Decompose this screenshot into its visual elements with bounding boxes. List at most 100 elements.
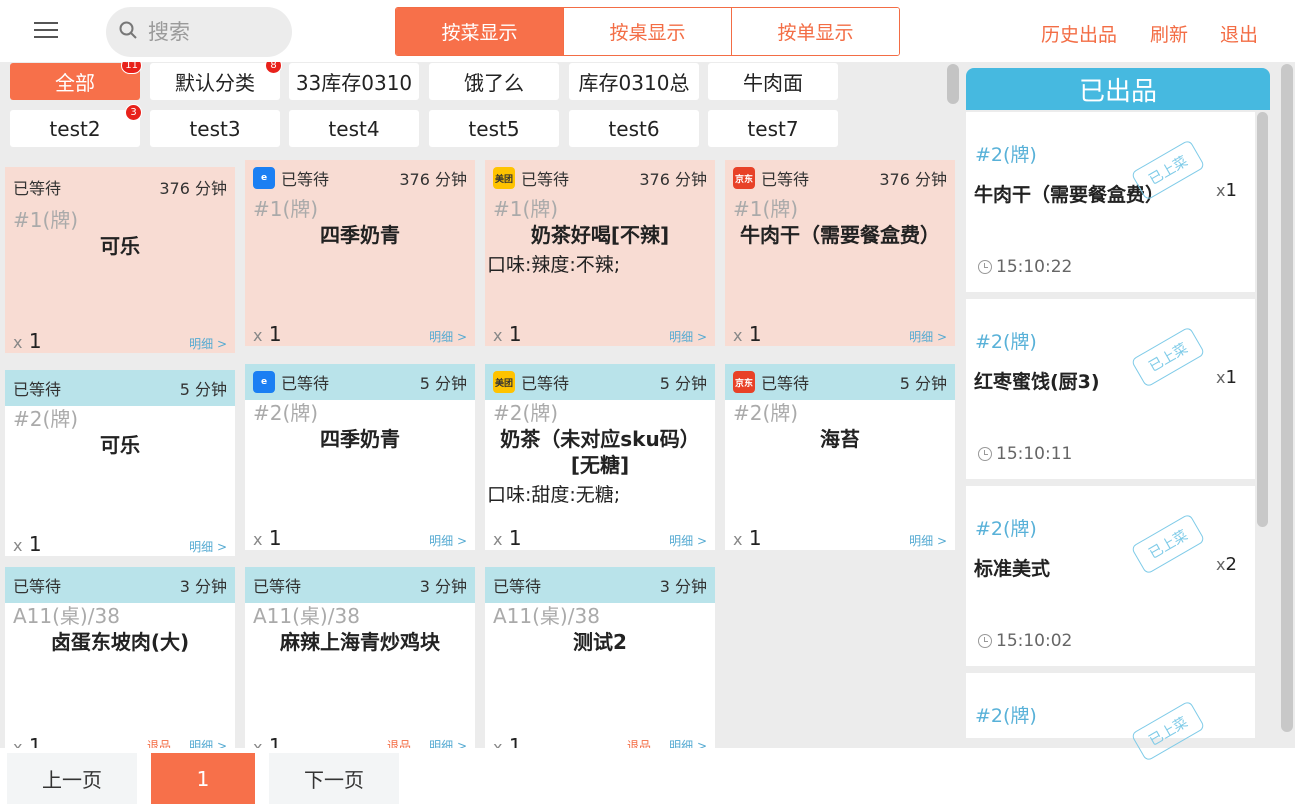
category-label: test7 (747, 116, 799, 141)
category-item[interactable]: 33库存0310 (289, 63, 419, 100)
dish-board: 全部 11 默认分类 8 33库存0310 饿了么 库存0310总 牛肉面 test… (0, 62, 960, 748)
category-item[interactable]: 库存0310总 (569, 63, 699, 100)
wait-label: 已等待 (761, 170, 810, 189)
order-tag: #2(牌) (975, 331, 1037, 353)
dish-card[interactable]: e 已等待 5 分钟 #2(牌) 四季奶青 x 1 明细 > (245, 364, 475, 550)
detail-link[interactable]: 明细 > (429, 737, 467, 748)
order-tag: #2(牌) (975, 705, 1037, 727)
served-item[interactable]: #2(牌) 牛肉干（需要餐盒费） x1 已上菜 15:10:22 (966, 112, 1255, 292)
detail-link[interactable]: 明细 > (669, 737, 707, 748)
served-stamp: 已上菜 (1130, 513, 1206, 575)
detail-link[interactable]: 明细 > (189, 737, 227, 748)
detail-link[interactable]: 明细 > (669, 328, 707, 345)
logout-link[interactable]: 退出 (1220, 20, 1258, 47)
dish-card[interactable]: 已等待 3 分钟 A11(桌)/38 测试2 x 1 退品 明细 > (485, 567, 715, 748)
category-label: 牛肉面 (743, 71, 803, 95)
wait-label: 已等待 (281, 170, 330, 189)
served-time: 15:10:22 (978, 257, 1072, 277)
next-page-button[interactable]: 下一页 (269, 753, 399, 804)
order-tag: #1(牌) (493, 197, 559, 221)
alarm-clock-icon (978, 634, 992, 648)
dish-card[interactable]: 已等待 3 分钟 A11(桌)/38 卤蛋东坡肉(大) x 1 退品 明细 > (5, 567, 235, 748)
dish-card[interactable]: 京东 已等待 376 分钟 #1(牌) 牛肉干（需要餐盒费） x 1 明细 > (725, 160, 955, 346)
card-header: 已等待 3 分钟 (485, 567, 715, 603)
dish-name: 奶茶（未对应sku码）[无糖] (500, 427, 700, 477)
dish-name: 标准美式 (974, 558, 1051, 580)
detail-link[interactable]: 明细 > (669, 532, 707, 549)
detail-link[interactable]: 明细 > (429, 532, 467, 549)
menu-icon[interactable] (34, 22, 58, 40)
search-input[interactable] (148, 17, 278, 47)
dish-quantity: x 1 (13, 329, 42, 353)
prev-page-button[interactable]: 上一页 (7, 753, 137, 804)
category-item[interactable]: test3 (150, 110, 280, 147)
eleme-icon: e (253, 167, 275, 189)
dish-card[interactable]: 已等待 5 分钟 #2(牌) 可乐 x 1 明细 > (5, 370, 235, 556)
dish-card[interactable]: 美团 已等待 376 分钟 #1(牌) 奶茶好喝[不辣] 口味:辣度:不辣; x 1… (485, 160, 715, 346)
eleme-icon: e (253, 371, 275, 393)
category-label: test2 (49, 116, 101, 141)
card-header: 美团 已等待 5 分钟 (485, 364, 715, 400)
current-page-button[interactable]: 1 (151, 753, 255, 804)
dish-name: 可乐 (100, 433, 140, 457)
category-item[interactable]: test2 3 (10, 104, 142, 147)
order-tag: #2(牌) (13, 407, 79, 431)
category-all[interactable]: 全部 11 (10, 62, 142, 100)
wait-minutes: 376 分钟 (879, 170, 947, 189)
served-stamp: 已上菜 (1130, 326, 1206, 388)
detail-link[interactable]: 明细 > (909, 532, 947, 549)
jd-icon: 京东 (733, 371, 755, 393)
meituan-icon: 美团 (493, 371, 515, 393)
dish-card[interactable]: 已等待 376 分钟 #1(牌) 可乐 x 1 明细 > (5, 167, 235, 353)
category-item[interactable]: test5 (429, 110, 559, 147)
category-default[interactable]: 默认分类 8 (150, 62, 282, 100)
refund-link[interactable]: 退品 (387, 737, 411, 748)
wait-label: 已等待 (521, 374, 570, 393)
dish-quantity: x 1 (253, 526, 282, 550)
page-scrollbar[interactable] (1281, 64, 1293, 732)
dish-card[interactable]: 已等待 3 分钟 A11(桌)/38 麻辣上海青炒鸡块 x 1 退品 明细 > (245, 567, 475, 748)
search-box[interactable] (106, 7, 292, 57)
count-badge: 3 (125, 104, 142, 121)
served-scrollbar[interactable] (1257, 112, 1268, 527)
dish-name: 测试2 (573, 630, 627, 654)
dish-quantity: x 1 (253, 322, 282, 346)
dish-name: 牛肉干（需要餐盒费） (740, 223, 940, 247)
category-label: test6 (608, 116, 660, 141)
dish-card[interactable]: e 已等待 376 分钟 #1(牌) 四季奶青 x 1 明细 > (245, 160, 475, 346)
category-scrollbar[interactable] (947, 64, 959, 104)
detail-link[interactable]: 明细 > (189, 538, 227, 555)
meituan-icon: 美团 (493, 167, 515, 189)
dish-card[interactable]: 美团 已等待 5 分钟 #2(牌) 奶茶（未对应sku码）[无糖] 口味:甜度:无糖… (485, 364, 715, 550)
dish-card[interactable]: 京东 已等待 5 分钟 #2(牌) 海苔 x 1 明细 > (725, 364, 955, 550)
served-item[interactable]: #2(牌) 标准美式 x2 已上菜 15:10:02 (966, 486, 1255, 666)
order-tag: #2(牌) (975, 144, 1037, 166)
category-item[interactable]: 饿了么 (429, 63, 559, 100)
mode-by-table[interactable]: 按桌显示 (564, 8, 732, 55)
refund-link[interactable]: 退品 (627, 737, 651, 748)
mode-by-dish[interactable]: 按菜显示 (396, 8, 564, 55)
wait-label: 已等待 (13, 577, 62, 596)
order-tag: #1(牌) (733, 197, 799, 221)
category-label: 库存0310总 (578, 71, 690, 95)
served-item[interactable]: #2(牌) 红枣蜜饯(厨3) x1 已上菜 15:10:11 (966, 299, 1255, 479)
served-item[interactable]: #2(牌) 已上菜 (966, 673, 1255, 762)
wait-minutes: 5 分钟 (179, 380, 227, 399)
detail-link[interactable]: 明细 > (909, 328, 947, 345)
card-header: 已等待 5 分钟 (5, 370, 235, 406)
detail-link[interactable]: 明细 > (189, 335, 227, 352)
history-link[interactable]: 历史出品 (1041, 20, 1117, 47)
card-header: 已等待 3 分钟 (5, 567, 235, 603)
wait-minutes: 3 分钟 (179, 577, 227, 596)
mode-by-order[interactable]: 按单显示 (732, 8, 899, 55)
refund-link[interactable]: 退品 (147, 737, 171, 748)
refresh-link[interactable]: 刷新 (1150, 20, 1188, 47)
dish-name: 四季奶青 (320, 427, 400, 451)
card-header: 京东 已等待 376 分钟 (725, 160, 955, 196)
detail-link[interactable]: 明细 > (429, 328, 467, 345)
jd-icon: 京东 (733, 167, 755, 189)
category-item[interactable]: 牛肉面 (708, 63, 838, 100)
category-item[interactable]: test4 (289, 110, 419, 147)
category-item[interactable]: test7 (708, 110, 838, 147)
category-item[interactable]: test6 (569, 110, 699, 147)
